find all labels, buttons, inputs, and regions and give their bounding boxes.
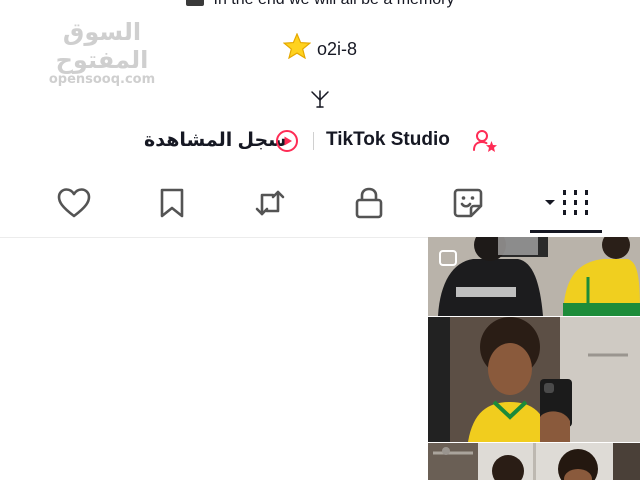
profile-name: o2i-8 <box>316 39 358 59</box>
tree-icon[interactable] <box>309 88 331 110</box>
tab-favorites[interactable] <box>152 185 192 225</box>
watermark-latin: opensooq.com <box>48 72 156 87</box>
star-icon <box>282 32 312 64</box>
keyboard-icon <box>185 0 204 6</box>
profile-links-row: سجل المشاهدة TikTok Studio <box>0 126 640 156</box>
tab-private[interactable] <box>349 185 389 225</box>
tab-reposts[interactable] <box>250 185 290 225</box>
links-divider <box>313 132 314 150</box>
bio-text: In the end we will all be a memory <box>214 0 455 8</box>
tab-grid[interactable] <box>540 185 596 225</box>
bookmark-icon <box>159 187 185 224</box>
heart-icon <box>57 187 91 224</box>
profile-tabs <box>0 185 640 238</box>
person-star-icon[interactable] <box>472 128 498 154</box>
profile-name-row: o2i-8 <box>0 32 640 64</box>
profile-bio: In the end we will all be a memory <box>0 0 640 9</box>
lock-icon <box>354 186 384 225</box>
video-thumbnail[interactable] <box>428 237 640 316</box>
tab-liked[interactable] <box>54 185 94 225</box>
tab-stickers[interactable] <box>448 185 488 225</box>
video-grid <box>428 237 640 480</box>
repost-icon <box>253 187 287 224</box>
play-circle-icon[interactable] <box>275 129 299 153</box>
watch-history-link[interactable]: سجل المشاهدة <box>144 129 287 152</box>
sticker-icon <box>452 187 484 224</box>
video-thumbnail[interactable] <box>428 317 640 442</box>
video-thumbnail[interactable] <box>428 443 640 480</box>
grid-icon <box>542 186 594 225</box>
tiktok-studio-link[interactable]: TikTok Studio <box>326 129 450 151</box>
active-tab-indicator <box>530 230 602 233</box>
